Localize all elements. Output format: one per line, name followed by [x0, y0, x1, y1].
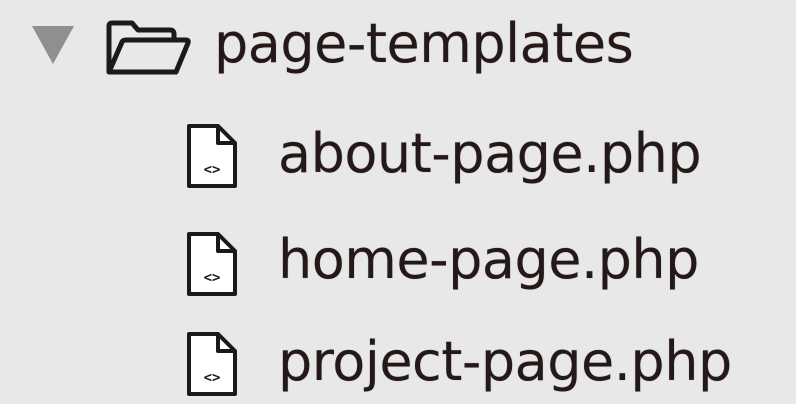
- svg-text:<>: <>: [204, 270, 221, 286]
- folder-open-icon: [106, 20, 191, 75]
- file-label: project-page.php: [278, 330, 732, 393]
- php-file-icon: <>: [187, 332, 237, 396]
- php-file-icon: <>: [187, 124, 237, 188]
- folder-label: page-templates: [214, 12, 634, 75]
- svg-text:<>: <>: [204, 370, 221, 386]
- file-label: about-page.php: [278, 122, 702, 185]
- php-file-icon: <>: [187, 232, 237, 296]
- disclosure-triangle-down-icon[interactable]: [32, 26, 74, 64]
- file-label: home-page.php: [278, 228, 699, 291]
- svg-text:<>: <>: [204, 162, 221, 178]
- file-tree: page-templates <> about-page.php <> home…: [0, 0, 796, 404]
